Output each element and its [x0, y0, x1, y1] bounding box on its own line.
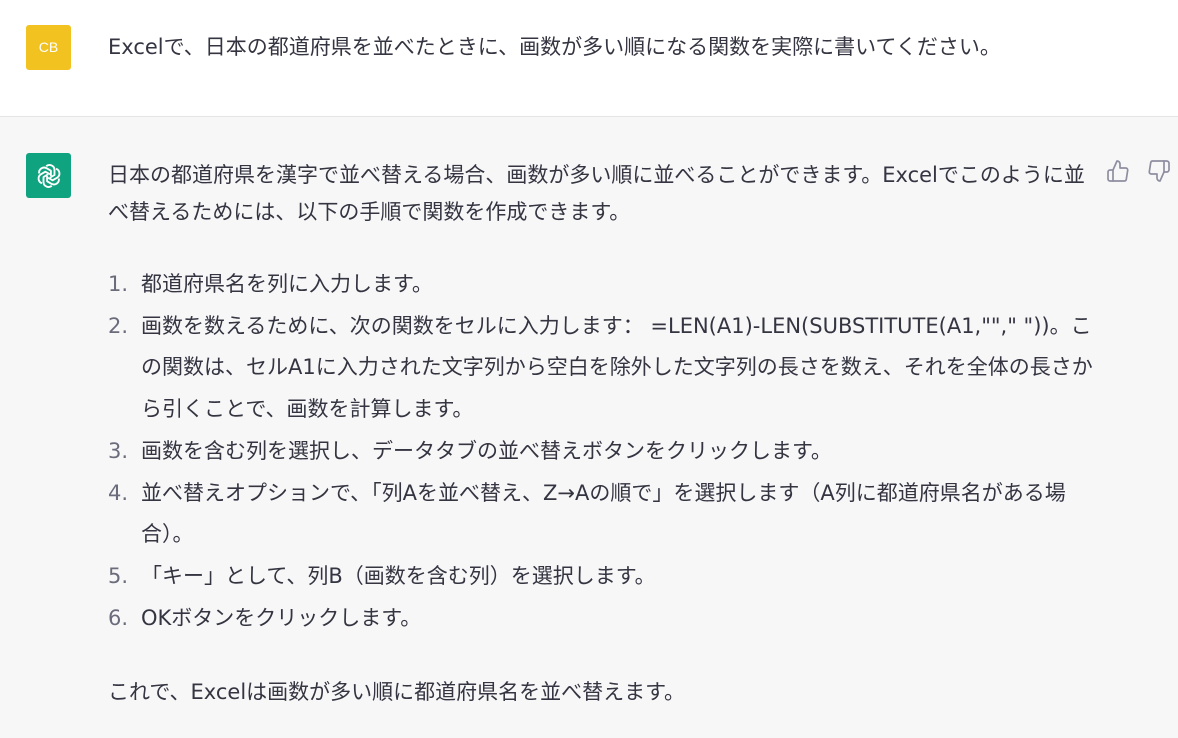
steps-list: 1. 都道府県名を列に入力します。 2. 画数を数えるために、次の関数をセルに入力し…: [108, 264, 1093, 639]
list-text: 画数を含む列を選択し、データタブの並べ替えボタンをクリックします。: [141, 438, 832, 463]
list-item: 3. 画数を含む列を選択し、データタブの並べ替えボタンをクリックします。: [108, 431, 1093, 473]
list-number: 3.: [108, 438, 129, 463]
list-number: 2.: [108, 313, 129, 338]
user-avatar: CB: [26, 25, 71, 70]
assistant-message-row: 日本の都道府県を漢字で並べ替える場合、画数が多い順に並べることができます。Exc…: [0, 117, 1178, 738]
list-item: 2. 画数を数えるために、次の関数をセルに入力します： =LEN(A1)-LEN(…: [108, 306, 1093, 431]
list-item: 4. 並べ替えオプションで、「列Aを並べ替え、Z→Aの順で」を選択します（A列に都…: [108, 473, 1093, 556]
list-item: 1. 都道府県名を列に入力します。: [108, 264, 1093, 306]
assistant-message-content: 日本の都道府県を漢字で並べ替える場合、画数が多い順に並べることができます。Exc…: [108, 157, 1093, 711]
thumbs-down-button[interactable]: [1145, 157, 1173, 185]
assistant-outro: これで、Excelは画数が多い順に都道府県名を並べ替えます。: [108, 680, 686, 705]
list-item: 5. 「キー」として、列B（画数を含む列）を選択します。: [108, 556, 1093, 598]
list-number: 5.: [108, 563, 129, 588]
user-message-text: Excelで、日本の都道府県を並べたときに、画数が多い順になる関数を実際に書いて…: [108, 35, 1001, 59]
list-number: 4.: [108, 480, 129, 505]
thumbs-down-icon: [1148, 160, 1170, 182]
list-text: 画数を数えるために、次の関数をセルに入力します： =LEN(A1)-LEN(SU…: [141, 313, 1093, 422]
list-text: 都道府県名を列に入力します。: [141, 272, 433, 296]
assistant-avatar: [26, 153, 71, 198]
list-text: 「キー」として、列B（画数を含む列）を選択します。: [141, 563, 656, 588]
assistant-intro: 日本の都道府県を漢字で並べ替える場合、画数が多い順に並べることができます。Exc…: [108, 163, 1085, 224]
list-number: 6.: [108, 605, 129, 630]
thumbs-up-button[interactable]: [1104, 157, 1132, 185]
list-text: OKボタンをクリックします。: [141, 605, 422, 630]
list-text: 並べ替えオプションで、「列Aを並べ替え、Z→Aの順で」を選択します（A列に都道府…: [141, 480, 1066, 547]
openai-logo-icon: [37, 163, 60, 188]
list-item: 6. OKボタンをクリックします。: [108, 598, 1093, 640]
user-message-row: CB Excelで、日本の都道府県を並べたときに、画数が多い順になる関数を実際に…: [0, 0, 1178, 117]
list-number: 1.: [108, 272, 129, 296]
thumbs-up-icon: [1107, 160, 1129, 182]
